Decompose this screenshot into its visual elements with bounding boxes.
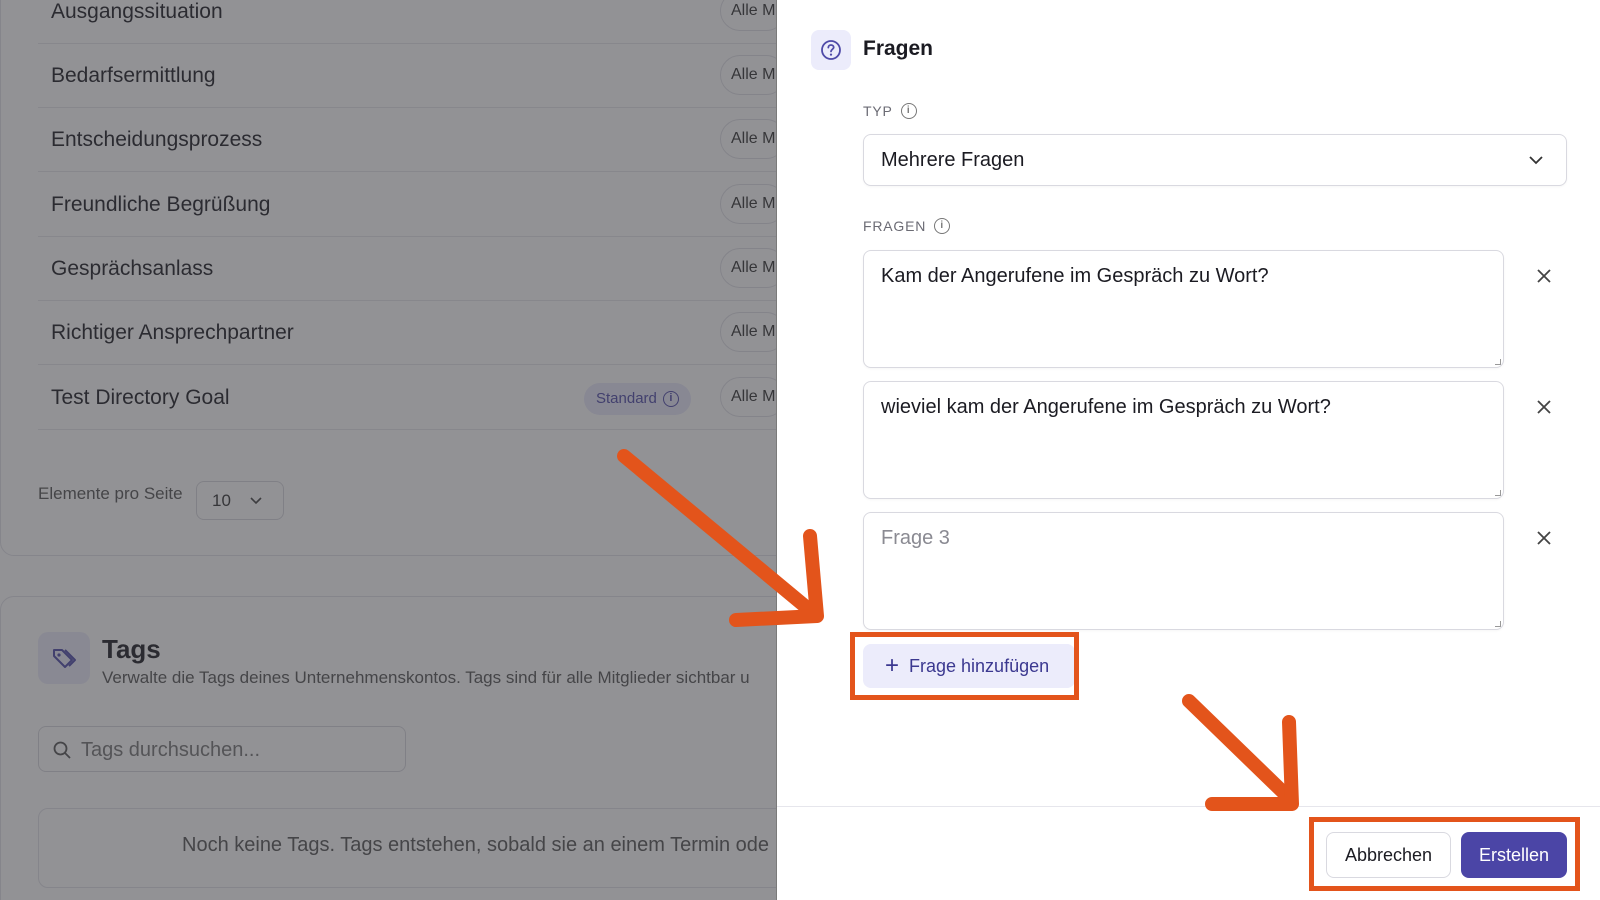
arrow-to-add-button	[617, 449, 824, 627]
arrow-to-footer-buttons	[1182, 694, 1299, 811]
annotation-arrows	[617, 449, 1299, 811]
